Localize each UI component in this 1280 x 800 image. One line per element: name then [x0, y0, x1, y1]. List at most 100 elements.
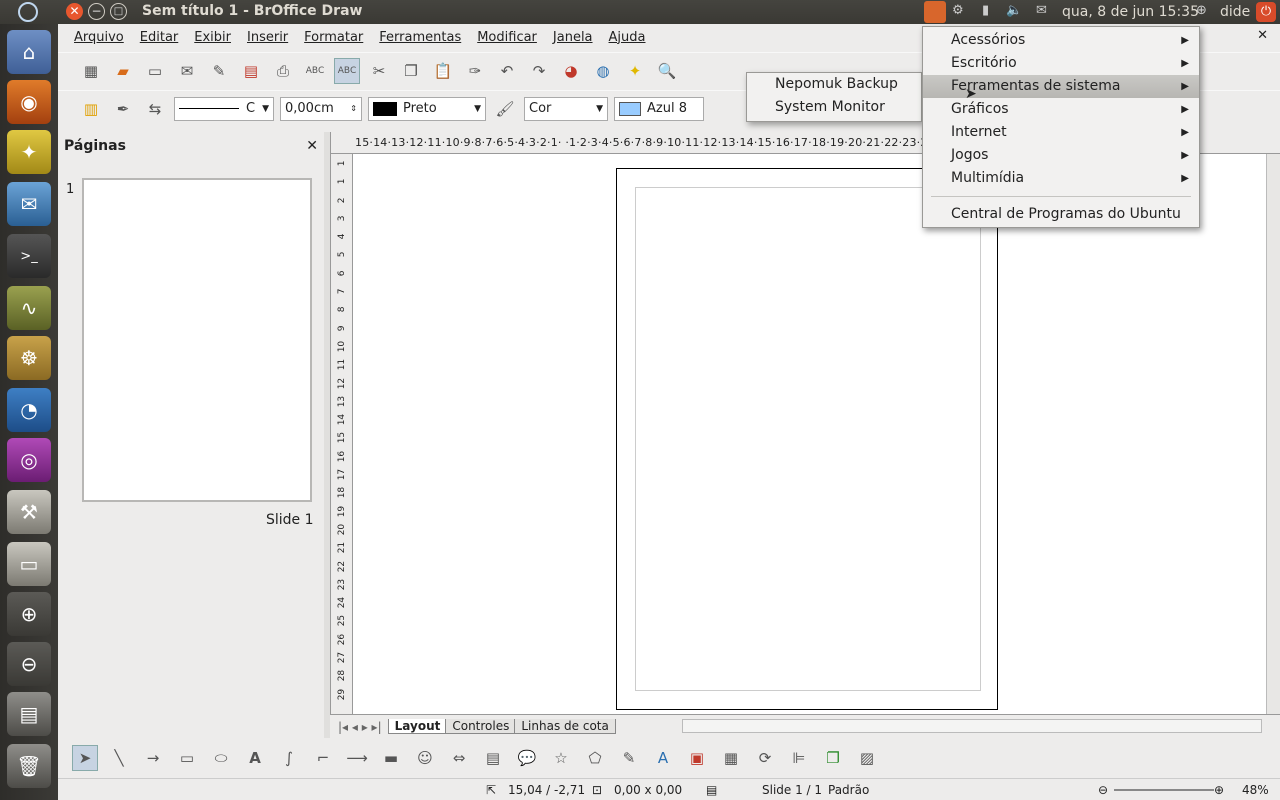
chart-icon[interactable]: ◕ [558, 58, 584, 84]
gnome-wolf-icon[interactable]: ◔ [7, 388, 51, 432]
save-icon[interactable]: ▭ [142, 58, 168, 84]
ubuntu-logo-icon[interactable] [18, 2, 38, 22]
volume-icon[interactable]: 🔈 [1006, 3, 1022, 18]
arrow-line-icon[interactable]: → [140, 745, 166, 771]
fontwork-icon[interactable]: A [650, 745, 676, 771]
select-arrow-icon[interactable]: ➤ [72, 745, 98, 771]
ubuntu-software-icon[interactable]: ☸ [7, 336, 51, 380]
tab-controles[interactable]: Controles [445, 719, 517, 734]
line-tool-icon[interactable]: ╲ [106, 745, 132, 771]
menu-ajuda[interactable]: Ajuda [601, 30, 654, 45]
line-icon[interactable]: ✒ [110, 96, 136, 122]
area-color-select[interactable]: Azul 8 [614, 96, 704, 121]
line-width-field[interactable]: 0,00cm ⇕ [280, 96, 362, 121]
menu-arquivo[interactable]: Arquivo [66, 30, 132, 45]
ellipse-icon[interactable]: ⬭ [208, 745, 234, 771]
zoom-in-icon[interactable]: ⊕ [7, 592, 51, 636]
align-icon[interactable]: ⊫ [786, 745, 812, 771]
area-style-select[interactable]: Cor ▼ [524, 96, 608, 121]
firefox-icon[interactable]: ◉ [7, 80, 51, 124]
minimize-window-button[interactable]: − [88, 3, 105, 20]
menu-item-multimidia[interactable]: Multimídia ▶ [923, 167, 1199, 190]
network-globe-icon[interactable]: ◎ [7, 438, 51, 482]
window-icon[interactable]: ▭ [7, 542, 51, 586]
horizontal-scrollbar[interactable] [682, 719, 1262, 733]
menu-item-escritorio[interactable]: Escritório ▶ [923, 52, 1199, 75]
autospellcheck-icon[interactable]: ABC [334, 57, 360, 84]
callouts-icon[interactable]: 💬 [514, 745, 540, 771]
maximize-window-button[interactable]: □ [110, 3, 127, 20]
menu-item-acessorios[interactable]: Acessórios ▶ [923, 29, 1199, 52]
arrow-style-icon[interactable]: ⇆ [142, 96, 168, 122]
zoom-slider[interactable] [1114, 789, 1214, 791]
glue-points-icon[interactable]: ✎ [616, 745, 642, 771]
close-document-icon[interactable]: ✕ [1249, 28, 1276, 43]
shadow-icon[interactable]: ▨ [854, 745, 880, 771]
close-panel-icon[interactable]: ✕ [306, 138, 318, 154]
terminal-icon[interactable]: >_ [7, 234, 51, 278]
thunderbird-bird-icon[interactable]: ✦ [7, 130, 51, 174]
flowchart-icon[interactable]: ▤ [480, 745, 506, 771]
rotate-icon[interactable]: ⟳ [752, 745, 778, 771]
stars-icon[interactable]: ☆ [548, 745, 574, 771]
navigator-icon[interactable]: ◍ [590, 58, 616, 84]
home-folder-icon[interactable]: ⌂ [7, 30, 51, 74]
area-icon[interactable]: 🖌 [492, 96, 518, 122]
edit-file-icon[interactable]: ✎ [206, 58, 232, 84]
menu-item-nepomuk-backup[interactable]: Nepomuk Backup [747, 73, 921, 96]
symbol-shapes-icon[interactable]: ☺ [412, 745, 438, 771]
image-icon[interactable]: ▣ [684, 745, 710, 771]
new-document-icon[interactable]: ▦ [78, 58, 104, 84]
accessibility-icon[interactable]: ⊕ [1196, 3, 1207, 18]
line-style-select[interactable]: C ▼ [174, 96, 274, 121]
cut-icon[interactable]: ✂ [366, 58, 392, 84]
drive-icon[interactable]: ▤ [7, 692, 51, 736]
zoom-level[interactable]: 48% [1242, 783, 1269, 797]
zoom-out-icon[interactable]: ⊖ [1098, 783, 1108, 797]
styles-icon[interactable]: ▥ [78, 96, 104, 122]
star-effects-icon[interactable]: ✦ [622, 58, 648, 84]
menu-item-ubuntu-software-center[interactable]: Central de Programas do Ubuntu [923, 203, 1199, 226]
thunderbird-mail-icon[interactable]: ✉ [7, 182, 51, 226]
power-icon[interactable]: ⏻ [1256, 2, 1276, 22]
clock[interactable]: qua, 8 de jun 15:35 [1062, 4, 1199, 20]
zoom-in-icon[interactable]: ⊕ [1214, 783, 1224, 797]
menu-ferramentas[interactable]: Ferramentas [371, 30, 469, 45]
menu-editar[interactable]: Editar [132, 30, 187, 45]
open-folder-icon[interactable]: ▰ [110, 58, 136, 84]
lines-arrows-icon[interactable]: ⟶ [344, 745, 370, 771]
ubuntu-menu-icon[interactable] [924, 1, 946, 23]
menu-exibir[interactable]: Exibir [186, 30, 239, 45]
close-window-button[interactable]: ✕ [66, 3, 83, 20]
page-canvas[interactable] [616, 168, 998, 710]
gallery-icon[interactable]: ▦ [718, 745, 744, 771]
tab-layout[interactable]: Layout [387, 719, 448, 734]
mail-icon[interactable]: ✉ [1036, 3, 1047, 18]
zoom-icon[interactable]: 🔍 [654, 58, 680, 84]
undo-icon[interactable]: ↶ [494, 58, 520, 84]
signal-icon[interactable]: ▮ [982, 3, 989, 18]
points-icon[interactable]: ⬠ [582, 745, 608, 771]
zoom-out-icon[interactable]: ⊖ [7, 642, 51, 686]
export-pdf-icon[interactable]: ▤ [238, 58, 264, 84]
rectangle-icon[interactable]: ▭ [174, 745, 200, 771]
vertical-scrollbar[interactable] [1266, 154, 1280, 720]
print-icon[interactable]: ⎙ [270, 58, 296, 84]
menu-item-internet[interactable]: Internet ▶ [923, 121, 1199, 144]
connector-icon[interactable]: ⌐ [310, 745, 336, 771]
curve-icon[interactable]: ∫ [276, 745, 302, 771]
network-icon[interactable]: ⚙ [952, 3, 964, 18]
copy-icon[interactable]: ❐ [398, 58, 424, 84]
menu-item-system-monitor[interactable]: System Monitor [747, 96, 921, 119]
block-arrows-icon[interactable]: ⇔ [446, 745, 472, 771]
menu-formatar[interactable]: Formatar [296, 30, 371, 45]
menu-item-jogos[interactable]: Jogos ▶ [923, 144, 1199, 167]
basic-shapes-icon[interactable]: ▬ [378, 745, 404, 771]
email-icon[interactable]: ✉ [174, 58, 200, 84]
paste-icon[interactable]: 📋 [430, 58, 456, 84]
trash-icon[interactable]: 🗑 [7, 744, 51, 788]
clone-format-icon[interactable]: ✑ [462, 58, 488, 84]
menu-inserir[interactable]: Inserir [239, 30, 296, 45]
system-monitor-icon[interactable]: ∿ [7, 286, 51, 330]
spellcheck-icon[interactable]: ABC [302, 58, 328, 84]
